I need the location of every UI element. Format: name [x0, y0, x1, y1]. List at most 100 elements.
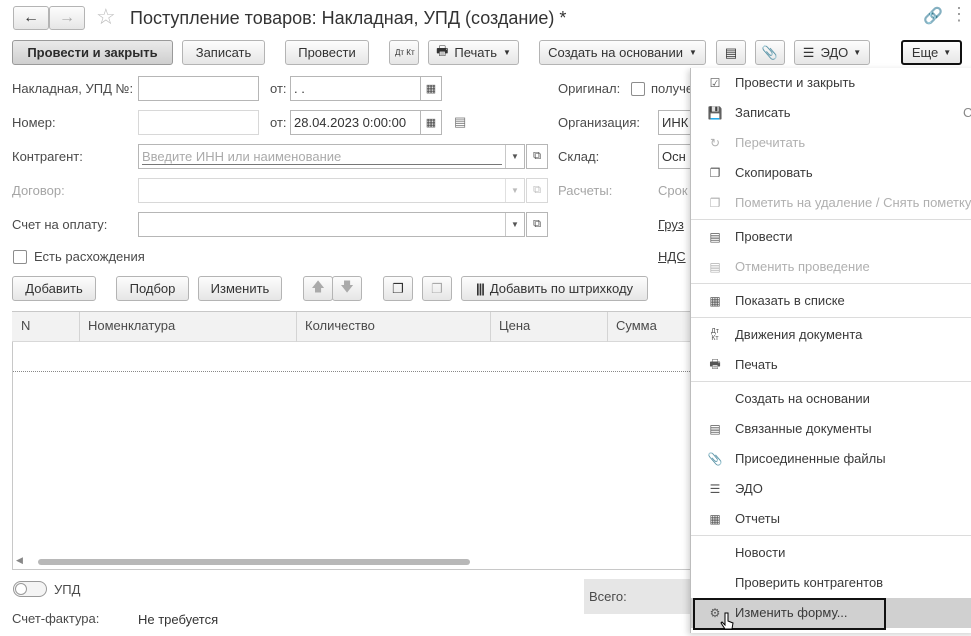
column-header-nomenclature[interactable]: Номенклатура: [88, 318, 175, 333]
menu-item-post[interactable]: ▤ Провести: [691, 222, 971, 252]
arrow-up-icon: 🡅: [311, 278, 325, 294]
menu-item-save[interactable]: 💾 Записать C: [691, 98, 971, 128]
more-label: Еще: [911, 45, 939, 60]
post-button[interactable]: Провести: [285, 40, 369, 65]
invoice-number-label: Накладная, УПД №:: [12, 81, 134, 96]
menu-separator: [691, 219, 971, 220]
date-input[interactable]: 28.04.2023 0:00:00: [290, 110, 421, 135]
menu-item-movements[interactable]: Дт Кт Движения документа: [691, 320, 971, 350]
chevron-down-icon: ▼: [688, 48, 697, 57]
scroll-left-icon[interactable]: ◀: [16, 555, 23, 566]
menu-item-attachments[interactable]: 📎 Присоединенные файлы: [691, 444, 971, 474]
paste-icon: ❐: [431, 280, 443, 296]
paperclip-icon: 📎: [707, 452, 723, 466]
shipper-link[interactable]: Груз: [658, 217, 684, 232]
number-input[interactable]: [138, 110, 259, 135]
column-header-sum[interactable]: Сумма: [616, 318, 657, 333]
column-divider: [490, 312, 491, 342]
menu-item-post-close[interactable]: ☑ Провести и закрыть: [691, 68, 971, 98]
grid-body[interactable]: [12, 342, 692, 570]
contract-input[interactable]: ▼: [138, 178, 525, 203]
dtkt-icon: Дт Кт: [395, 47, 415, 57]
more-button[interactable]: Еще ▼: [901, 40, 962, 65]
vat-link[interactable]: НДС: [658, 249, 686, 264]
add-row-button[interactable]: Добавить: [12, 276, 96, 301]
counterparty-placeholder: Введите ИНН или наименование: [142, 149, 342, 164]
column-divider: [79, 312, 80, 342]
menu-item-check-counterparties[interactable]: Проверить контрагентов: [691, 568, 971, 598]
discrepancies-checkbox[interactable]: [13, 250, 27, 264]
create-based-button[interactable]: Создать на основании ▼: [539, 40, 706, 65]
barcode-label: Добавить по штрихкоду: [489, 281, 634, 296]
paste-row-button[interactable]: ❐: [422, 276, 452, 301]
related-docs-button[interactable]: ▤: [716, 40, 746, 65]
menu-item-print[interactable]: 🖶 Печать: [691, 350, 971, 380]
link-icon[interactable]: 🔗: [923, 6, 943, 26]
dtkt-button[interactable]: Дт Кт: [389, 40, 419, 65]
upd-label: УПД: [54, 582, 81, 597]
contract-open-button[interactable]: ⧉: [526, 178, 548, 203]
print-button[interactable]: 🖶 Печать ▼: [428, 40, 519, 65]
post-and-close-button[interactable]: Провести и закрыть: [12, 40, 173, 65]
column-header-quantity[interactable]: Количество: [305, 318, 375, 333]
favorite-star-icon[interactable]: ☆: [96, 4, 116, 30]
original-checkbox[interactable]: [631, 82, 645, 96]
move-up-button[interactable]: 🡅: [303, 276, 333, 301]
menu-item-edo[interactable]: ☰ ЭДО: [691, 474, 971, 504]
upd-toggle[interactable]: [13, 581, 47, 597]
invoice-footer-label: Счет-фактура:: [12, 611, 100, 626]
invoice-number-input[interactable]: [138, 76, 259, 101]
column-header-price[interactable]: Цена: [499, 318, 530, 333]
menu-item-create-based[interactable]: Создать на основании: [691, 384, 971, 414]
invoice-date-input[interactable]: . .: [290, 76, 421, 101]
horizontal-scrollbar[interactable]: ◀: [14, 555, 690, 567]
column-divider: [296, 312, 297, 342]
kebab-menu-icon[interactable]: ⋮: [950, 4, 968, 25]
bill-open-button[interactable]: ⧉: [526, 212, 548, 237]
menu-item-mark-delete[interactable]: ❐ Пометить на удаление / Снять пометку: [691, 188, 971, 218]
original-label: Оригинал:: [558, 81, 621, 96]
barcode-icon: |||: [475, 281, 485, 296]
invoice-calendar-button[interactable]: ▦: [420, 76, 442, 101]
chevron-down-icon[interactable]: ▼: [505, 145, 524, 168]
menu-separator: [691, 381, 971, 382]
arrow-down-icon: 🡇: [340, 278, 354, 294]
comment-icon[interactable]: ▤: [454, 114, 466, 130]
paperclip-icon: 📎: [761, 44, 779, 60]
attachments-button[interactable]: 📎: [755, 40, 785, 65]
move-down-button[interactable]: 🡇: [332, 276, 362, 301]
reports-icon: ▦: [709, 512, 721, 526]
change-button[interactable]: Изменить: [198, 276, 282, 301]
menu-item-copy[interactable]: ❐ Скопировать: [691, 158, 971, 188]
select-items-button[interactable]: Подбор: [116, 276, 189, 301]
edo-button[interactable]: ☰ ЭДО ▼: [794, 40, 870, 65]
chevron-down-icon[interactable]: ▼: [505, 213, 524, 236]
back-button[interactable]: ←: [13, 6, 49, 30]
bill-label: Счет на оплату:: [12, 217, 108, 232]
printer-icon: 🖶: [709, 356, 721, 371]
save-button[interactable]: Записать: [182, 40, 265, 65]
original-value: получе: [651, 81, 694, 96]
counterparty-open-button[interactable]: ⧉: [526, 144, 548, 169]
copy-row-button[interactable]: ❐: [383, 276, 413, 301]
date-calendar-button[interactable]: ▦: [420, 110, 442, 135]
scrollbar-thumb[interactable]: [38, 559, 470, 565]
chevron-down-icon: ▼: [853, 48, 862, 57]
menu-item-news[interactable]: Новости: [691, 538, 971, 568]
save-shortcut: C: [963, 105, 971, 120]
forward-button[interactable]: →: [49, 6, 85, 30]
chevron-down-icon[interactable]: ▼: [505, 179, 524, 202]
menu-item-show-in-list[interactable]: ▦ Показать в списке: [691, 286, 971, 316]
input-underline: [142, 164, 502, 165]
counterparty-input[interactable]: Введите ИНН или наименование ▼: [138, 144, 525, 169]
menu-item-unpost[interactable]: ▤ Отменить проведение: [691, 252, 971, 282]
bill-input[interactable]: ▼: [138, 212, 525, 237]
barcode-button[interactable]: ||| Добавить по штрихкоду: [461, 276, 648, 301]
post-close-icon: ☑: [709, 76, 721, 90]
list-icon: ▦: [709, 294, 721, 308]
menu-item-related-docs[interactable]: ▤ Связанные документы: [691, 414, 971, 444]
column-header-n[interactable]: N: [21, 318, 30, 333]
menu-item-reports[interactable]: ▦ Отчеты: [691, 504, 971, 534]
menu-item-reload[interactable]: ↻ Перечитать: [691, 128, 971, 158]
calendar-icon: ▦: [425, 83, 437, 95]
